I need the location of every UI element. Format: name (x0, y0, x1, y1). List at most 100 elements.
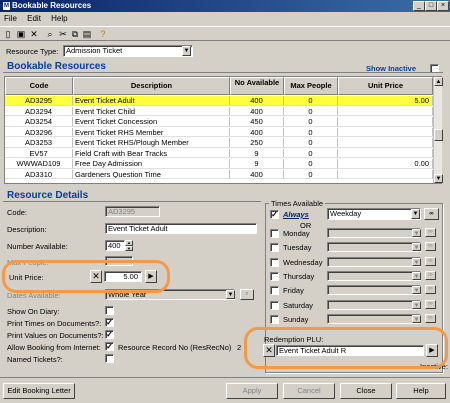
scroll-thumb[interactable] (434, 129, 443, 141)
day-checkbox-wednesday[interactable] (270, 257, 279, 267)
redemption-plu-field[interactable]: Event Ticket Adult R (276, 345, 424, 356)
day-binoculars-icon[interactable]: ∞ (425, 256, 436, 266)
clear-plu-icon[interactable]: ✕ (263, 344, 275, 357)
named-tickets-checkbox[interactable] (105, 354, 114, 363)
allow-booking-checkbox[interactable]: ✓ (105, 342, 114, 351)
maximize-button[interactable]: □ (425, 1, 437, 11)
redemption-plu-arrow-icon[interactable]: ▶ (426, 344, 438, 357)
description-field[interactable]: Event Ticket Adult (105, 223, 257, 234)
day-period-select-saturday[interactable] (327, 299, 421, 310)
cut-icon[interactable]: ✂ (58, 29, 68, 39)
save-icon[interactable]: ▣ (16, 29, 26, 39)
dates-available-label: Dates Available: (7, 291, 61, 300)
day-binoculars-icon[interactable]: ∞ (425, 313, 436, 323)
day-period-select-wednesday[interactable] (327, 256, 421, 267)
column-header-unit-price[interactable]: Unit Price (338, 77, 433, 95)
table-row[interactable]: AD3253 Event Ticket RHS/Plough Member 250 0 (5, 138, 433, 148)
scroll-down-icon[interactable]: ▼ (434, 174, 443, 183)
minimize-button[interactable]: _ (413, 1, 425, 11)
always-binoculars-icon[interactable]: ∞ (424, 208, 439, 220)
delete-icon[interactable]: ✕ (29, 29, 39, 39)
dates-binoculars-icon[interactable]: ⌕ (240, 289, 254, 300)
close-window-button[interactable]: × (437, 1, 449, 11)
day-period-select-sunday[interactable] (327, 313, 421, 324)
close-button[interactable]: Close (340, 383, 392, 399)
day-dropdown-icon[interactable]: ▼ (412, 243, 421, 252)
print-values-checkbox[interactable]: ✓ (105, 330, 114, 339)
day-checkbox-saturday[interactable] (270, 300, 279, 310)
number-available-field[interactable]: 400 (105, 240, 125, 251)
resource-type-select[interactable]: Admission Ticket (63, 45, 193, 57)
resource-type-label: Resource Type: (6, 47, 59, 56)
code-field[interactable]: AD3295 (105, 206, 160, 217)
day-checkbox-monday[interactable] (270, 229, 279, 238)
menu-edit[interactable]: Edit (27, 14, 41, 23)
day-checkbox-tuesday[interactable] (270, 243, 279, 253)
day-dropdown-icon[interactable]: ▼ (412, 229, 421, 237)
table-row[interactable]: AD3294 Event Ticket Child 400 0 (5, 106, 433, 116)
cell-available: 400 (230, 106, 284, 116)
grid-vertical-scrollbar[interactable]: ▲ ▼ (433, 77, 443, 183)
window-title-bar: M Bookable Resources (0, 0, 450, 12)
day-dropdown-icon[interactable]: ▼ (412, 271, 421, 280)
always-period-dropdown-icon[interactable]: ▼ (411, 209, 420, 219)
day-dropdown-icon[interactable]: ▼ (412, 314, 421, 323)
spin-down-icon[interactable]: ▼ (125, 245, 133, 251)
description-label: Description: (7, 225, 47, 234)
always-period-select[interactable]: Weekday (327, 208, 421, 220)
day-checkbox-sunday[interactable] (270, 314, 279, 324)
cell-code: AD3254 (5, 117, 73, 127)
day-checkbox-thursday[interactable] (270, 271, 279, 281)
column-header-available[interactable]: No Available (230, 77, 284, 95)
day-binoculars-icon[interactable]: ∞ (425, 285, 436, 295)
dates-available-select[interactable]: Whole Year (105, 289, 235, 300)
table-row[interactable]: AD3254 Event Ticket Concession 450 0 (5, 117, 433, 127)
column-header-max-people[interactable]: Max People (284, 77, 338, 95)
paste-icon[interactable]: ▤ (82, 29, 92, 39)
menu-file[interactable]: File (4, 14, 17, 23)
day-dropdown-icon[interactable]: ▼ (412, 300, 421, 309)
always-checkbox[interactable]: ✓ (270, 210, 279, 219)
day-binoculars-icon[interactable]: ∞ (425, 242, 436, 252)
day-binoculars-icon[interactable]: ∞ (425, 228, 436, 237)
resources-grid: Code Description No Available Max People… (4, 76, 443, 184)
find-icon[interactable]: ⌕ (45, 29, 55, 39)
help-icon[interactable]: ? (98, 29, 108, 39)
edit-booking-letter-button[interactable]: Edit Booking Letter (3, 383, 75, 399)
scroll-up-icon[interactable]: ▲ (434, 77, 443, 86)
day-period-select-thursday[interactable] (327, 270, 421, 281)
print-times-checkbox[interactable]: ✓ (105, 318, 114, 327)
day-binoculars-icon[interactable]: ∞ (425, 299, 436, 309)
unit-price-arrow-icon[interactable]: ▶ (145, 270, 157, 283)
table-row[interactable]: AD3310 Gardeners Question Time 400 0 (5, 169, 433, 179)
day-binoculars-icon[interactable]: ∞ (425, 270, 436, 280)
day-period-select-friday[interactable] (327, 285, 421, 296)
table-row[interactable]: AD3295 Event Ticket Adult 400 0 5.00 (5, 96, 433, 106)
show-on-diary-checkbox[interactable] (105, 306, 114, 315)
print-times-label: Print Times on Documents?: (7, 319, 102, 328)
resource-type-dropdown-icon[interactable]: ▼ (182, 46, 191, 56)
copy-icon[interactable]: ⧉ (70, 29, 80, 39)
cancel-button[interactable]: Cancel (283, 383, 335, 399)
table-row[interactable]: EV57 Field Craft with Bear Tracks 9 0 (5, 148, 433, 158)
clear-price-icon[interactable]: ✕ (90, 270, 102, 283)
day-dropdown-icon[interactable]: ▼ (412, 286, 421, 295)
menu-help[interactable]: Help (51, 14, 67, 23)
new-icon[interactable]: ▯ (3, 29, 13, 39)
table-row[interactable]: WWWAD109 Free Day Admission 9 0 0.00 (5, 159, 433, 169)
cell-code: AD3294 (5, 106, 73, 116)
cell-unit-price (338, 117, 433, 127)
max-people-field[interactable] (105, 256, 133, 266)
column-header-description[interactable]: Description (73, 77, 230, 95)
help-button[interactable]: Help (396, 383, 446, 399)
apply-button[interactable]: Apply (226, 383, 278, 399)
day-dropdown-icon[interactable]: ▼ (412, 257, 421, 266)
day-period-select-monday[interactable] (327, 228, 421, 238)
column-header-code[interactable]: Code (5, 77, 73, 95)
number-available-spinner[interactable]: ▲ ▼ (125, 240, 133, 251)
day-period-select-tuesday[interactable] (327, 242, 421, 253)
table-row[interactable]: AD3296 Event Ticket RHS Member 400 0 (5, 127, 433, 137)
day-checkbox-friday[interactable] (270, 286, 279, 296)
dates-dropdown-icon[interactable]: ▼ (226, 290, 235, 299)
unit-price-field[interactable]: 5.00 (104, 271, 142, 282)
